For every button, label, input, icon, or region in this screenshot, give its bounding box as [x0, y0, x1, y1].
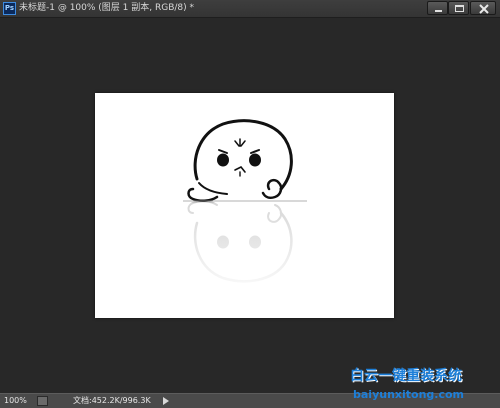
maximize-icon	[455, 5, 464, 12]
document-canvas[interactable]	[95, 93, 394, 318]
document-size-info: 文档:452.2K/996.3K	[73, 396, 151, 405]
maximize-button[interactable]	[448, 1, 469, 15]
status-menu-arrow-icon[interactable]	[163, 397, 169, 405]
close-icon	[479, 4, 489, 14]
share-icon[interactable]	[37, 396, 48, 406]
minimize-icon	[435, 10, 442, 12]
zoom-level[interactable]: 100%	[4, 395, 34, 407]
document-title: 未标题-1 @ 100% (图层 1 副本, RGB/8) *	[19, 3, 194, 13]
watermark-brand: 白云一键重装系统	[350, 368, 462, 384]
cartoon-character	[187, 119, 293, 202]
title-bar[interactable]: Ps 未标题-1 @ 100% (图层 1 副本, RGB/8) *	[0, 0, 500, 18]
minimize-button[interactable]	[427, 1, 448, 15]
photoshop-app-icon: Ps	[3, 2, 16, 15]
close-button[interactable]	[470, 1, 496, 15]
site-watermark: 白云一键重装系统 baiyunxitong.com	[350, 366, 500, 408]
watermark-url: baiyunxitong.com	[353, 388, 465, 401]
photoshop-document-window: Ps 未标题-1 @ 100% (图层 1 副本, RGB/8) * 100% …	[0, 0, 500, 408]
cartoon-artwork	[175, 119, 315, 303]
canvas-workspace[interactable]	[0, 18, 500, 392]
